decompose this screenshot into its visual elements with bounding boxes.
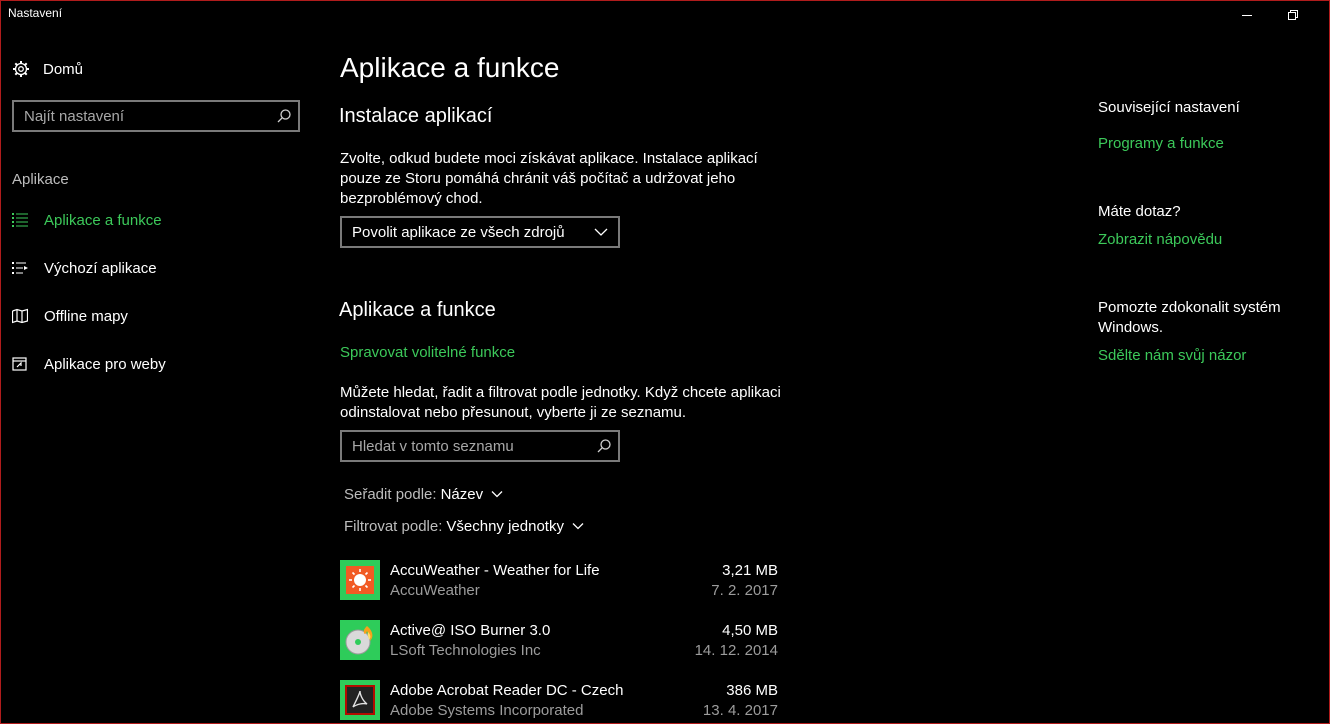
sort-label: Seřadit podle: bbox=[344, 485, 437, 503]
chevron-down-icon bbox=[572, 523, 584, 530]
acrobat-icon bbox=[340, 680, 380, 720]
improve-line: Pomozte zdokonalit systém bbox=[1098, 299, 1281, 316]
app-source-dropdown[interactable]: Povolit aplikace ze všech zdrojů bbox=[340, 216, 620, 248]
programs-features-link[interactable]: Programy a funkce bbox=[1098, 134, 1308, 154]
chevron-down-icon bbox=[491, 491, 503, 498]
list-icon bbox=[12, 213, 28, 227]
sidebar-section-heading: Aplikace bbox=[12, 171, 69, 188]
app-install-date: 7. 2. 2017 bbox=[711, 582, 778, 599]
app-install-date: 13. 4. 2017 bbox=[702, 702, 778, 719]
settings-search-box bbox=[12, 100, 300, 132]
accuweather-icon bbox=[340, 560, 380, 600]
install-heading: Instalace aplikací bbox=[339, 105, 493, 127]
filter-selector[interactable]: Filtrovat podle: Všechny jednotky bbox=[344, 515, 584, 537]
chevron-down-icon bbox=[594, 228, 608, 236]
app-publisher: AccuWeather bbox=[390, 582, 480, 599]
apps-features-heading: Aplikace a funkce bbox=[339, 299, 496, 321]
app-publisher: Adobe Systems Incorporated bbox=[390, 702, 584, 719]
page-title: Aplikace a funkce bbox=[340, 52, 560, 83]
gear-icon bbox=[13, 61, 29, 77]
description-line: Zvolte, odkud budete moci získávat aplik… bbox=[340, 150, 758, 167]
restore-button[interactable] bbox=[1270, 0, 1316, 30]
sort-value: Název bbox=[440, 485, 484, 503]
minimize-icon bbox=[1242, 14, 1252, 16]
sidebar-item-apps-for-websites[interactable]: Aplikace pro weby bbox=[12, 352, 292, 376]
app-size: 386 MB bbox=[726, 682, 778, 699]
default-apps-icon bbox=[12, 262, 28, 274]
filter-value: Všechny jednotky bbox=[446, 517, 564, 535]
settings-search-input[interactable] bbox=[14, 102, 264, 130]
app-publisher: LSoft Technologies Inc bbox=[390, 642, 541, 659]
sidebar-item-offline-maps[interactable]: Offline mapy bbox=[12, 304, 292, 328]
app-list-search-box bbox=[340, 430, 620, 462]
improve-windows-text: Pomozte zdokonalit systém Windows. bbox=[1098, 298, 1308, 338]
app-list-search-input[interactable] bbox=[342, 432, 587, 460]
filter-label: Filtrovat podle: bbox=[344, 517, 443, 535]
sidebar-item-label: Aplikace a funkce bbox=[44, 211, 162, 229]
improve-line: Windows. bbox=[1098, 319, 1164, 336]
description-line: bezproblémový chod. bbox=[340, 190, 483, 207]
window-title: Nastavení bbox=[8, 6, 63, 20]
description-line: odinstalovat nebo přesunout, vyberte ji … bbox=[340, 404, 687, 421]
app-install-date: 14. 12. 2014 bbox=[694, 642, 778, 659]
map-icon bbox=[12, 308, 28, 324]
get-help-link[interactable]: Zobrazit nápovědu bbox=[1098, 230, 1308, 250]
app-name: Adobe Acrobat Reader DC - Czech bbox=[390, 682, 624, 699]
home-link[interactable]: Domů bbox=[12, 59, 83, 79]
dropdown-value: Povolit aplikace ze všech zdrojů bbox=[352, 223, 565, 241]
search-icon[interactable] bbox=[276, 108, 292, 124]
home-label: Domů bbox=[43, 60, 84, 78]
manage-optional-features-link[interactable]: Spravovat volitelné funkce bbox=[340, 344, 515, 361]
sidebar-item-label: Offline mapy bbox=[44, 307, 128, 325]
iso-burner-icon bbox=[340, 620, 380, 660]
app-name: AccuWeather - Weather for Life bbox=[390, 562, 600, 579]
sidebar-item-label: Aplikace pro weby bbox=[44, 355, 166, 373]
title-bar: Nastavení bbox=[0, 0, 1330, 30]
restore-icon bbox=[1288, 10, 1298, 20]
app-list-item[interactable]: Adobe Acrobat Reader DC - Czech Adobe Sy… bbox=[340, 680, 780, 724]
web-app-icon bbox=[12, 357, 27, 371]
sort-selector[interactable]: Seřadit podle: Název bbox=[344, 483, 503, 505]
app-size: 4,50 MB bbox=[722, 622, 778, 639]
minimize-button[interactable] bbox=[1224, 0, 1270, 30]
related-settings-heading: Související nastavení bbox=[1098, 99, 1240, 116]
sidebar-item-default-apps[interactable]: Výchozí aplikace bbox=[12, 256, 292, 280]
description-line: Můžete hledat, řadit a filtrovat podle j… bbox=[340, 384, 781, 401]
description-line: pouze ze Storu pomáhá chránit váš počíta… bbox=[340, 170, 736, 187]
app-list-item[interactable]: AccuWeather - Weather for Life AccuWeath… bbox=[340, 560, 780, 604]
sidebar-item-label: Výchozí aplikace bbox=[44, 259, 157, 277]
app-list-item[interactable]: Active@ ISO Burner 3.0 LSoft Technologie… bbox=[340, 620, 780, 664]
install-description: Zvolte, odkud budete moci získávat aplik… bbox=[340, 149, 790, 209]
app-name: Active@ ISO Burner 3.0 bbox=[390, 622, 551, 639]
sidebar-item-apps-features[interactable]: Aplikace a funkce bbox=[12, 208, 292, 232]
question-heading: Máte dotaz? bbox=[1098, 203, 1181, 220]
apps-description: Můžete hledat, řadit a filtrovat podle j… bbox=[340, 383, 790, 423]
app-size: 3,21 MB bbox=[722, 562, 778, 579]
search-icon[interactable] bbox=[596, 438, 612, 454]
give-feedback-link[interactable]: Sdělte nám svůj názor bbox=[1098, 346, 1308, 366]
